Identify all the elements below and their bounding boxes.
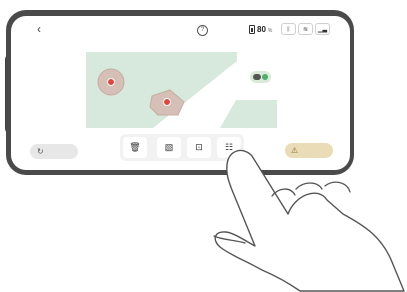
finger-crease-3 — [324, 181, 351, 193]
finger-crease-2 — [295, 182, 323, 190]
hand-illustration — [213, 149, 405, 292]
hand-outline — [214, 149, 405, 292]
